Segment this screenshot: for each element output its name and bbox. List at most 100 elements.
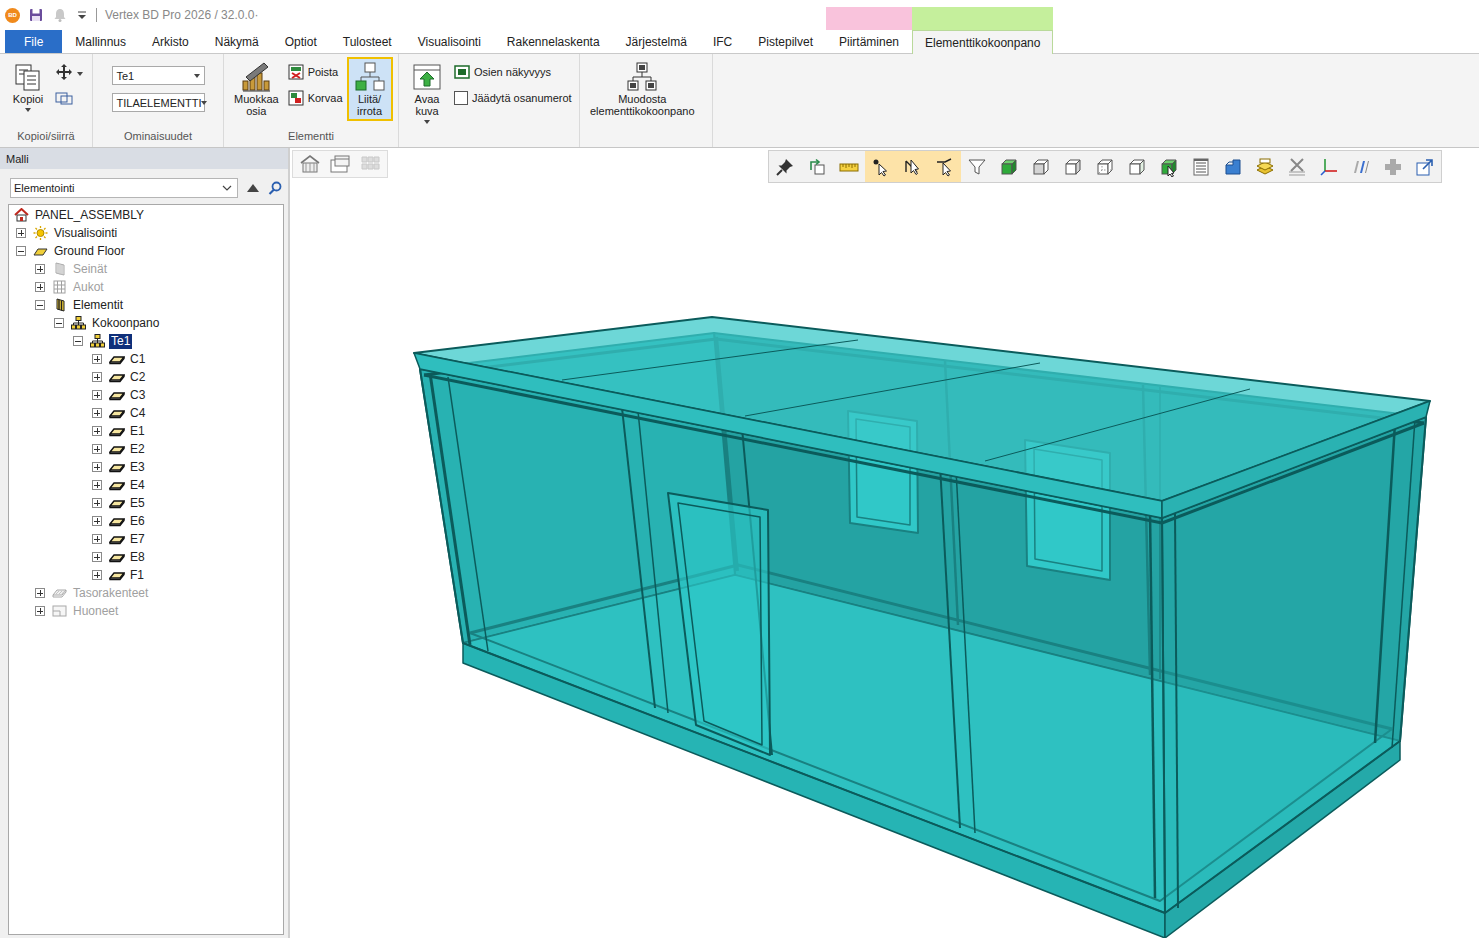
expand-icon[interactable] — [92, 372, 102, 382]
tree-item[interactable]: Seinät — [35, 260, 283, 278]
edit-parts-button[interactable]: Muokkaaosia — [229, 57, 284, 121]
tree-item[interactable]: E5 — [92, 494, 283, 512]
view-button[interactable] — [326, 153, 354, 175]
expand-icon[interactable] — [92, 498, 102, 508]
ribbon-tab[interactable]: Rakennelaskenta — [494, 30, 613, 53]
expand-icon[interactable] — [92, 516, 102, 526]
tree-item[interactable]: E4 — [92, 476, 283, 494]
ribbon-tab[interactable]: Arkisto — [139, 30, 202, 53]
attach-detach-button[interactable]: Liitä/irrota — [347, 57, 393, 121]
tree-item[interactable]: C1 — [92, 350, 283, 368]
toolbar-button[interactable] — [1409, 151, 1441, 182]
expand-icon[interactable] — [35, 588, 45, 598]
ribbon-tab[interactable]: Piirtäminen — [826, 30, 912, 53]
expand-icon[interactable] — [92, 354, 102, 364]
view-select[interactable]: Elementointi — [10, 178, 238, 198]
3d-viewport[interactable] — [290, 148, 1479, 938]
tree-item[interactable]: Te1 — [73, 332, 283, 350]
collapse-up-icon[interactable] — [246, 182, 260, 194]
search-icon[interactable] — [268, 181, 282, 195]
tree-item[interactable]: E3 — [92, 458, 283, 476]
expand-icon[interactable] — [16, 228, 26, 238]
toolbar-button[interactable] — [1153, 151, 1185, 182]
ribbon-tab[interactable]: Optiot — [272, 30, 330, 53]
tree-item[interactable]: Visualisointi — [16, 224, 283, 242]
view-button[interactable] — [296, 153, 324, 175]
expand-icon[interactable] — [92, 408, 102, 418]
copy-button[interactable]: Kopioi — [5, 57, 51, 116]
toolbar-button[interactable] — [961, 151, 993, 182]
property-dropdown[interactable]: TILAELEMENTTI — [112, 93, 205, 112]
expand-icon[interactable] — [92, 570, 102, 580]
property-dropdown[interactable]: Te1 — [112, 66, 205, 85]
open-image-button[interactable]: Avaakuva — [404, 57, 450, 128]
ribbon-tab[interactable]: Näkymä — [202, 30, 272, 53]
expand-icon[interactable] — [92, 552, 102, 562]
checkbox[interactable] — [454, 91, 468, 105]
ribbon-tab[interactable]: Mallinnus — [62, 30, 139, 53]
ribbon-tab[interactable]: File — [5, 30, 62, 53]
expand-icon[interactable] — [92, 480, 102, 490]
move-button[interactable] — [55, 62, 83, 82]
expand-icon[interactable] — [92, 444, 102, 454]
view-button[interactable] — [356, 153, 384, 175]
toolbar-button[interactable] — [1313, 151, 1345, 182]
toolbar-button[interactable] — [1185, 151, 1217, 182]
toolbar-button[interactable] — [897, 151, 929, 182]
tree-item[interactable]: C2 — [92, 368, 283, 386]
element-model[interactable] — [290, 186, 1479, 938]
ribbon-tab[interactable]: Pistepilvet — [745, 30, 826, 53]
ribbon-tab[interactable]: Elementtikokoonpano — [912, 30, 1053, 54]
expand-icon[interactable] — [35, 282, 45, 292]
collapse-icon[interactable] — [35, 300, 45, 310]
tree-item[interactable]: Kokoonpano — [54, 314, 283, 332]
toolbar-button[interactable] — [1249, 151, 1281, 182]
toolbar-button[interactable] — [1025, 151, 1057, 182]
toolbar-button[interactable] — [1345, 151, 1377, 182]
tree-item[interactable]: PANEL_ASSEMBLY — [8, 206, 283, 224]
toolbar-button[interactable] — [929, 151, 961, 182]
toolbar-button[interactable] — [1217, 151, 1249, 182]
replace-button[interactable]: Korvaa — [288, 88, 343, 108]
toolbar-button[interactable] — [833, 151, 865, 182]
parts-visibility-button[interactable]: Osien näkyvyys — [454, 62, 572, 82]
collapse-icon[interactable] — [16, 246, 26, 256]
tree-item[interactable]: F1 — [92, 566, 283, 584]
tree-item[interactable]: Aukot — [35, 278, 283, 296]
copy-frame-button[interactable] — [55, 88, 83, 108]
bell-icon[interactable] — [52, 7, 68, 23]
toolbar-button[interactable] — [1057, 151, 1089, 182]
customize-icon[interactable] — [76, 7, 88, 23]
toolbar-button[interactable] — [1121, 151, 1153, 182]
toolbar-button[interactable] — [865, 151, 897, 182]
tree-item[interactable]: E7 — [92, 530, 283, 548]
tree-item[interactable]: Tasorakenteet — [35, 584, 283, 602]
tree-item[interactable]: E1 — [92, 422, 283, 440]
tree-item[interactable]: C4 — [92, 404, 283, 422]
toolbar-button[interactable] — [801, 151, 833, 182]
ribbon-tab[interactable]: Tulosteet — [330, 30, 405, 53]
expand-icon[interactable] — [92, 426, 102, 436]
toolbar-button[interactable] — [993, 151, 1025, 182]
tree-item[interactable]: E6 — [92, 512, 283, 530]
toolbar-button[interactable] — [1089, 151, 1121, 182]
ribbon-tab[interactable]: IFC — [700, 30, 745, 53]
expand-icon[interactable] — [35, 264, 45, 274]
expand-icon[interactable] — [35, 606, 45, 616]
expand-icon[interactable] — [92, 390, 102, 400]
toolbar-button[interactable] — [1377, 151, 1409, 182]
ribbon-tab[interactable]: Visualisointi — [405, 30, 494, 53]
tree-item[interactable]: C3 — [92, 386, 283, 404]
freeze-part-numbers-checkbox[interactable]: Jäädytä osanumerot — [454, 88, 572, 108]
ribbon-tab[interactable]: Järjestelmä — [613, 30, 700, 53]
tree-item[interactable]: Ground Floor — [16, 242, 283, 260]
tree-item[interactable]: E2 — [92, 440, 283, 458]
tree-item[interactable]: Huoneet — [35, 602, 283, 620]
toolbar-button[interactable] — [769, 151, 801, 182]
delete-button[interactable]: Poista — [288, 62, 343, 82]
tree-item[interactable]: E8 — [92, 548, 283, 566]
expand-icon[interactable] — [92, 534, 102, 544]
collapse-icon[interactable] — [54, 318, 64, 328]
tree-item[interactable]: Elementit — [35, 296, 283, 314]
collapse-icon[interactable] — [73, 336, 83, 346]
